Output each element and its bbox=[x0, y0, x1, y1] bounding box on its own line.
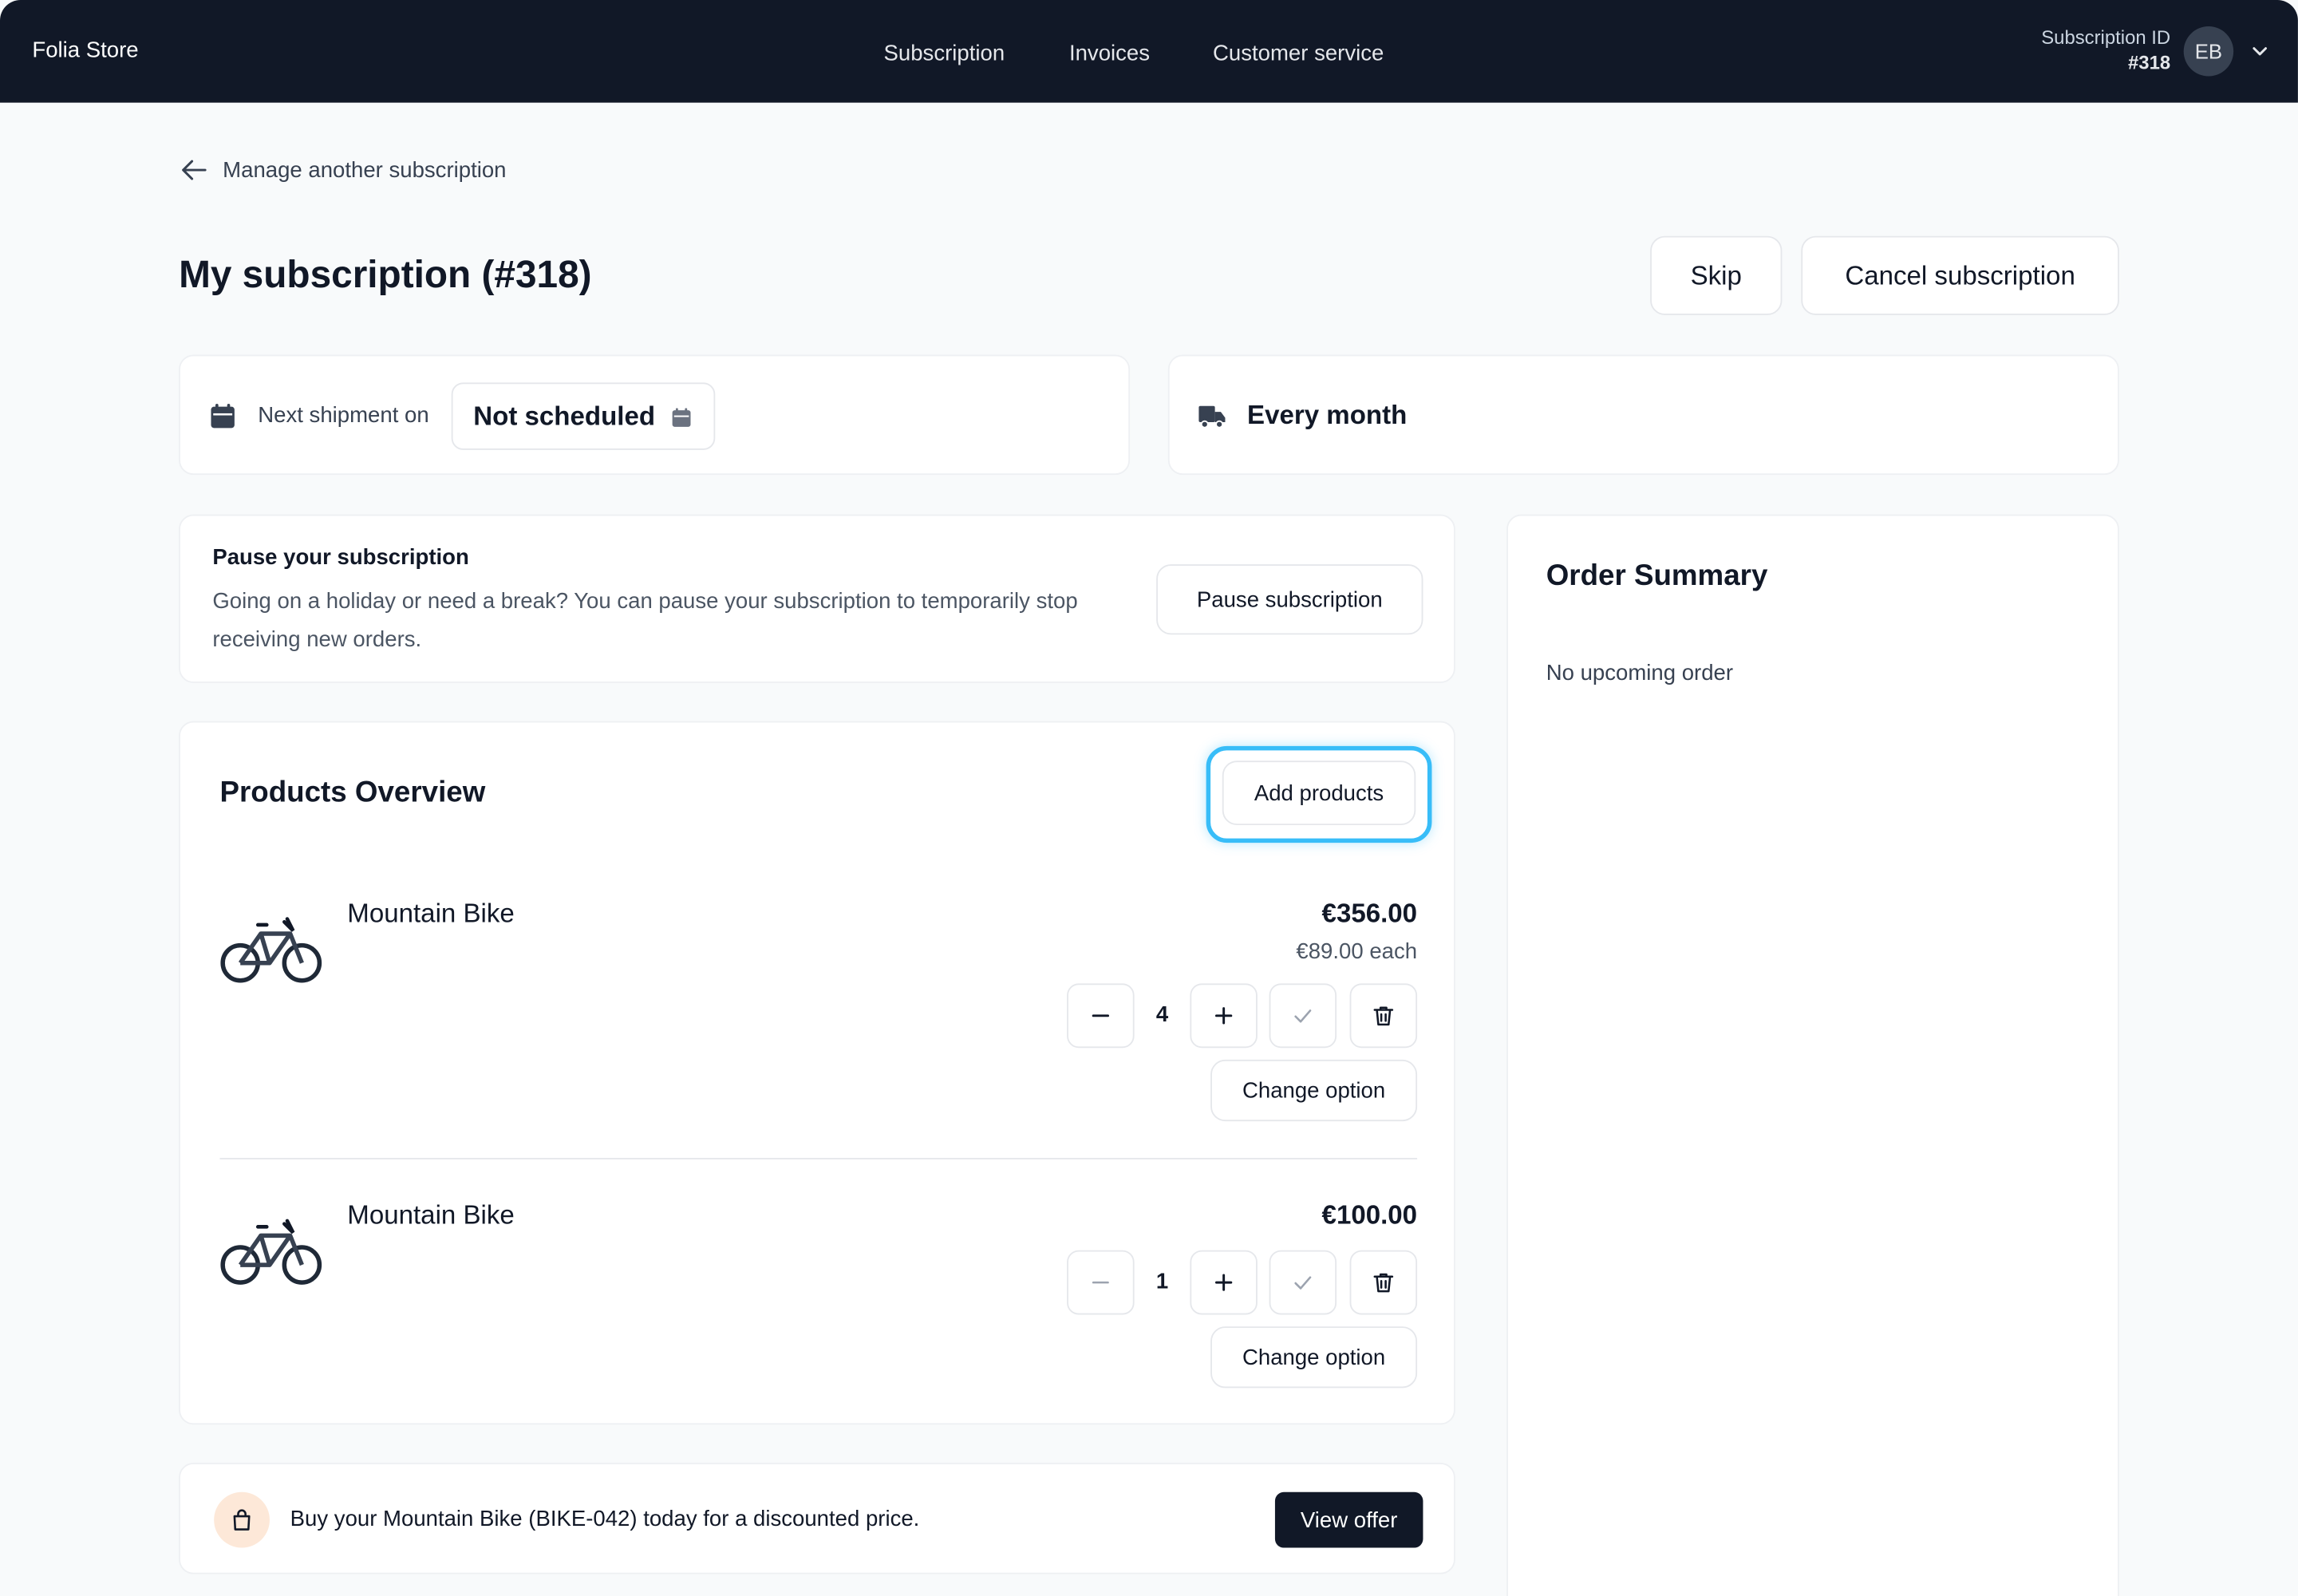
minus-icon bbox=[1092, 1281, 1109, 1284]
product-total-price: €100.00 bbox=[1321, 1200, 1418, 1230]
next-shipment-card: Next shipment on Not scheduled bbox=[179, 354, 1131, 476]
manage-another-subscription-link[interactable]: Manage another subscription bbox=[179, 156, 507, 185]
decrease-quantity-button[interactable] bbox=[1067, 1250, 1135, 1315]
trash-icon bbox=[1373, 1273, 1394, 1293]
trash-icon bbox=[1373, 1006, 1394, 1026]
confirm-quantity-button[interactable] bbox=[1269, 1250, 1337, 1315]
page-title: My subscription (#318) bbox=[179, 251, 592, 297]
subscription-id-block: Subscription ID #318 bbox=[2041, 26, 2170, 73]
nav-subscription[interactable]: Subscription bbox=[884, 41, 1005, 65]
shipment-date-value: Not scheduled bbox=[473, 401, 656, 431]
mountain-bike-image bbox=[220, 1219, 322, 1285]
product-row: Mountain Bike €100.00 1 Change option bbox=[220, 1200, 1418, 1391]
increase-quantity-button[interactable] bbox=[1190, 983, 1258, 1049]
products-overview-card: Products Overview Add products Mountain … bbox=[179, 721, 1455, 1425]
check-icon bbox=[1294, 1276, 1312, 1290]
avatar[interactable]: EB bbox=[2183, 26, 2234, 77]
main-nav: Subscription Invoices Customer service bbox=[884, 41, 1449, 65]
view-offer-button[interactable]: View offer bbox=[1274, 1491, 1423, 1548]
product-name: Mountain Bike bbox=[347, 1200, 515, 1230]
product-unit-price: €89.00 each bbox=[1296, 939, 1418, 965]
subscription-id-label: Subscription ID bbox=[2041, 26, 2171, 49]
store-brand[interactable]: Folia Store bbox=[32, 38, 138, 63]
pause-subscription-card: Pause your subscription Going on a holid… bbox=[179, 514, 1455, 683]
product-name: Mountain Bike bbox=[347, 898, 515, 928]
order-summary-panel: Order Summary No upcoming order bbox=[1506, 514, 2119, 1596]
change-option-button[interactable]: Change option bbox=[1210, 1326, 1418, 1389]
arrow-left-icon bbox=[182, 160, 207, 180]
quantity-value: 1 bbox=[1155, 1269, 1169, 1294]
offer-banner: Buy your Mountain Bike (BIKE-042) today … bbox=[179, 1463, 1455, 1574]
pause-description: Going on a holiday or need a break? You … bbox=[212, 589, 1078, 653]
check-icon bbox=[1294, 1009, 1312, 1023]
change-option-button[interactable]: Change option bbox=[1210, 1059, 1418, 1122]
plus-icon bbox=[1214, 1007, 1233, 1025]
truck-icon bbox=[1198, 405, 1226, 429]
nav-invoices[interactable]: Invoices bbox=[1069, 41, 1150, 65]
top-navigation-bar: Folia Store Subscription Invoices Custom… bbox=[0, 0, 2298, 103]
product-divider bbox=[219, 1157, 1418, 1159]
product-row: Mountain Bike €356.00 €89.00 each 4 Chan… bbox=[220, 899, 1418, 1133]
offer-text: Buy your Mountain Bike (BIKE-042) today … bbox=[290, 1507, 920, 1532]
order-summary-title: Order Summary bbox=[1546, 559, 1768, 593]
pause-subscription-button[interactable]: Pause subscription bbox=[1156, 564, 1423, 635]
pause-title: Pause your subscription bbox=[212, 545, 469, 571]
nav-customer-service[interactable]: Customer service bbox=[1213, 41, 1384, 65]
minus-icon bbox=[1092, 1014, 1110, 1017]
subscription-id-value: #318 bbox=[2128, 51, 2171, 73]
increase-quantity-button[interactable] bbox=[1190, 1250, 1258, 1315]
calendar-icon bbox=[211, 404, 235, 429]
remove-product-button[interactable] bbox=[1349, 1250, 1418, 1315]
products-overview-title: Products Overview bbox=[219, 776, 486, 809]
back-link-label: Manage another subscription bbox=[223, 157, 507, 183]
skip-button[interactable]: Skip bbox=[1650, 235, 1783, 315]
add-products-button[interactable]: Add products bbox=[1222, 760, 1416, 826]
cancel-subscription-button[interactable]: Cancel subscription bbox=[1801, 235, 2119, 315]
quantity-value: 4 bbox=[1155, 1002, 1169, 1028]
decrease-quantity-button[interactable] bbox=[1067, 983, 1135, 1049]
frequency-card[interactable]: Every month bbox=[1167, 354, 2119, 476]
app-window: Folia Store Subscription Invoices Custom… bbox=[0, 0, 2298, 1596]
shopping-bag-icon bbox=[214, 1491, 270, 1548]
mountain-bike-image bbox=[220, 917, 322, 983]
remove-product-button[interactable] bbox=[1349, 983, 1418, 1049]
confirm-quantity-button[interactable] bbox=[1269, 983, 1337, 1049]
product-total-price: €356.00 bbox=[1321, 898, 1418, 928]
shipment-date-picker[interactable]: Not scheduled bbox=[451, 382, 716, 450]
frequency-value: Every month bbox=[1247, 400, 1408, 430]
plus-icon bbox=[1214, 1274, 1233, 1291]
next-shipment-label: Next shipment on bbox=[258, 403, 429, 429]
calendar-icon bbox=[672, 408, 691, 427]
chevron-down-icon[interactable] bbox=[2249, 41, 2270, 61]
order-summary-empty: No upcoming order bbox=[1546, 661, 1734, 686]
